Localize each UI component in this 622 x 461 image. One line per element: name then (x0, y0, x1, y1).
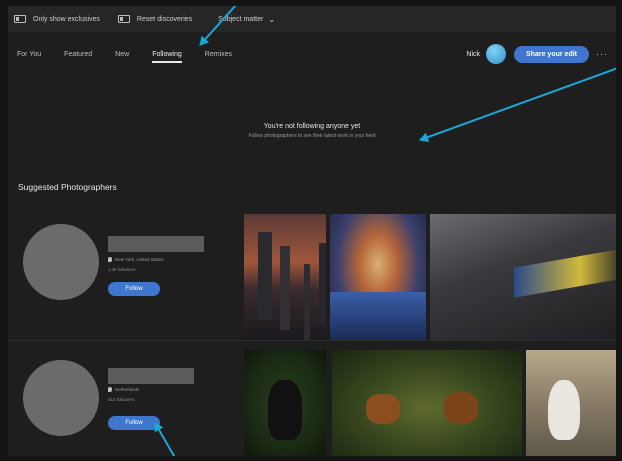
tab-new[interactable]: New (115, 51, 129, 58)
tab-following[interactable]: Following (152, 51, 182, 63)
row-divider (8, 340, 616, 341)
share-edit-button[interactable]: Share your edit (514, 45, 589, 63)
profile-picture[interactable] (23, 360, 99, 436)
photographer-name[interactable] (108, 236, 204, 252)
empty-state-subtitle: Follow photographers to see their latest… (248, 133, 376, 139)
tab-for-you[interactable]: For You (17, 51, 41, 58)
empty-state-title: You're not following anyone yet (263, 123, 361, 130)
photographer-location: Netherlands (108, 387, 139, 392)
photographer-name[interactable] (108, 368, 194, 384)
photographer-row: Netherlands 812 followers Follow (8, 344, 616, 456)
tab-bar: For You Featured New Following Remixes N… (8, 32, 616, 76)
toggle-icon (117, 15, 130, 23)
location-pin-icon (108, 387, 112, 392)
filter-bar: Only show exclusives Reset discoveries S… (8, 6, 616, 32)
more-options-icon[interactable]: ··· (596, 49, 608, 59)
photo-dramatic-sky[interactable] (330, 214, 426, 340)
photographer-row: New York, United States 1.4k followers F… (8, 210, 616, 340)
exclusives-toggle[interactable]: Only show exclusives (14, 15, 100, 23)
username[interactable]: Nick (466, 51, 480, 58)
photo-train-station[interactable] (430, 214, 616, 340)
toggle-icon (14, 15, 26, 23)
photographer-location: New York, United States (108, 257, 164, 262)
photo-two-dogs[interactable] (332, 350, 522, 456)
location-text: New York, United States (115, 257, 164, 262)
tab-remixes[interactable]: Remixes (205, 51, 232, 58)
reset-discoveries-label: Reset discoveries (136, 15, 193, 23)
exclusives-label: Only show exclusives (33, 15, 100, 23)
location-pin-icon (108, 257, 112, 262)
following-page: Only show exclusives Reset discoveries S… (8, 6, 616, 456)
avatar[interactable] (486, 44, 507, 64)
user-area: Nick Share your edit ··· (466, 44, 608, 64)
profile-picture[interactable] (23, 224, 99, 300)
suggested-photographers-heading: Suggested Photographers (18, 182, 117, 192)
chevron-down-icon: ⌄ (268, 14, 276, 24)
location-text: Netherlands (115, 387, 140, 392)
empty-state: You're not following anyone yet Follow p… (8, 123, 616, 139)
reset-discoveries-toggle[interactable]: Reset discoveries (117, 15, 193, 23)
photo-cat[interactable] (526, 350, 616, 456)
follow-button[interactable]: Follow (108, 282, 160, 296)
photo-black-dog[interactable] (244, 350, 326, 456)
follower-count: 1.4k followers (108, 267, 136, 272)
tab-featured[interactable]: Featured (64, 51, 92, 58)
photo-city-skyline[interactable] (244, 214, 326, 340)
follower-count: 812 followers (108, 397, 135, 402)
